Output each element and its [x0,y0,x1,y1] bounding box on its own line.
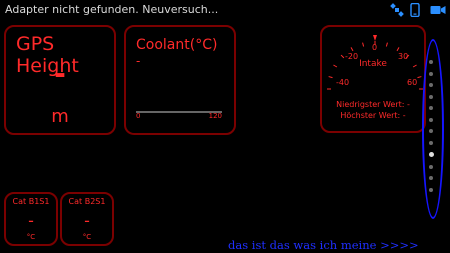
camera-icon [430,2,446,16]
lowest-value: - [407,100,410,109]
gauge-tick-label-5: 60 [407,78,417,87]
coolant-min-label: 0 [136,112,141,120]
gauge-tick [350,47,354,52]
gauge-tick-label-3: 0 [372,43,377,52]
cat-b2s1-title: Cat B2S1 [68,197,106,206]
gauge-tick [385,42,388,47]
gps-height-unit: m [51,106,69,127]
status-icons [390,2,446,18]
cat-b1s1-title: Cat B1S1 [12,197,50,206]
status-message: Adapter nicht gefunden. Neuversuch... [5,3,219,16]
gauge-tick [362,42,365,47]
gauge-needle-icon [373,35,377,41]
coolant-value: - [136,54,141,68]
satellite-icon [390,2,404,17]
cat-b1s1-value: - [28,211,34,230]
cat-b2s1-value: - [84,211,90,230]
intake-minmax: Niedrigster Wert: - Höchster Wert: - [324,99,422,121]
status-bar: Adapter nicht gefunden. Neuversuch... [0,0,450,20]
cat-b1s1-unit: °C [26,233,36,241]
gps-height-card[interactable]: GPS Height - m [4,25,116,135]
gauge-tick [417,76,422,79]
annotation-ellipse [422,39,444,219]
intake-label: Intake [359,59,387,69]
highest-value-label: Höchster Wert: [340,111,401,120]
coolant-title: Coolant(°C) [136,37,218,53]
coolant-max-label: 120 [208,112,222,120]
gauge-tick [396,47,400,52]
gauge-tick [340,54,345,59]
cat-b2s1-unit: °C [82,233,92,241]
gps-height-value: - [54,57,66,90]
annotation-text: das ist das was ich meine >>>> [228,238,419,252]
phone-icon [410,2,424,18]
gauge-tick-label-1: -40 [336,78,349,87]
highest-value: - [402,111,406,120]
gauge-tick [328,76,333,79]
intake-gauge-card[interactable]: -40 -20 0 30 60 Intake Niedrigster Wert:… [320,25,426,133]
coolant-card[interactable]: Coolant(°C) - 0 120 [124,25,236,135]
cat-b2s1-card[interactable]: Cat B2S1 - °C [60,192,114,246]
lowest-value-label: Niedrigster Wert: [336,100,405,109]
cat-b1s1-card[interactable]: Cat B1S1 - °C [4,192,58,246]
